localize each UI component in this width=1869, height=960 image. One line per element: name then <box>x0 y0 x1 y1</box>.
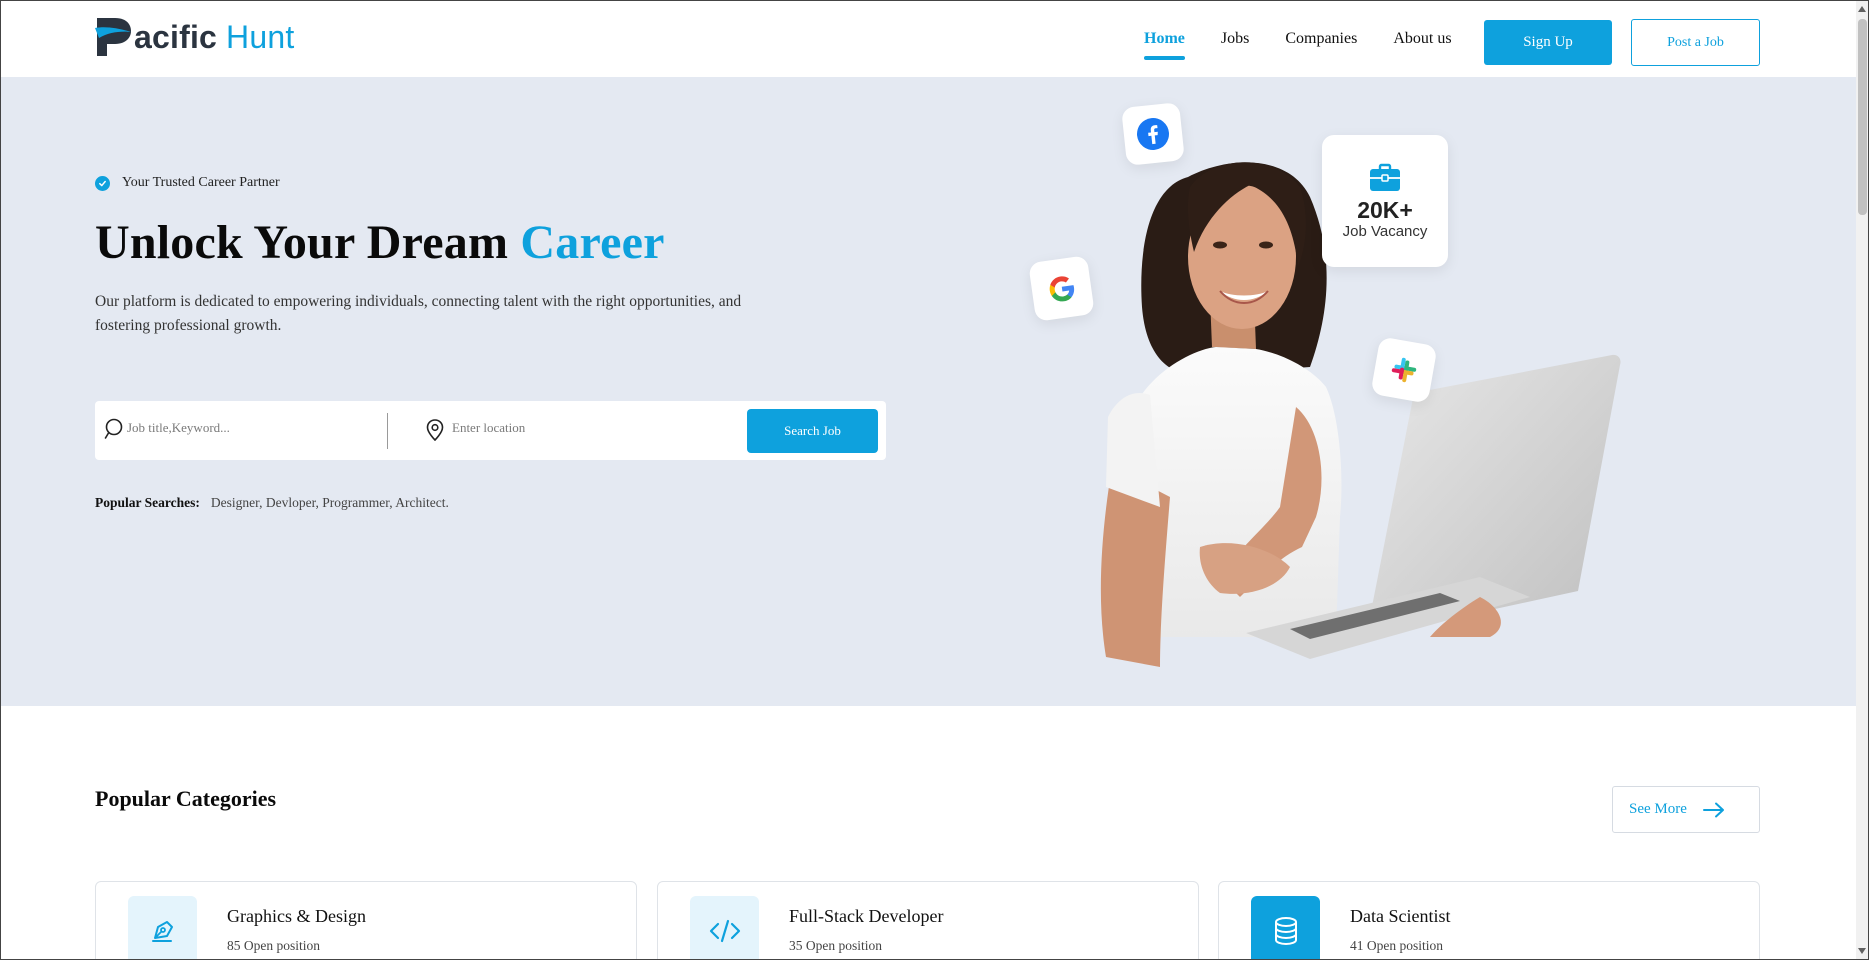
search-icon <box>104 418 123 439</box>
site-header: acific Hunt Home Jobs Companies About us … <box>0 0 1856 77</box>
job-vacancy-count: 20K+ <box>1357 196 1413 223</box>
facebook-icon <box>1137 118 1169 150</box>
main-nav: Home Jobs Companies About us <box>1144 30 1488 60</box>
database-icon <box>1251 896 1320 960</box>
category-name: Graphics & Design <box>227 906 366 926</box>
nav-home[interactable]: Home <box>1144 30 1185 60</box>
see-more-label: See More <box>1629 801 1687 817</box>
hero-headline: Unlock Your Dream Career <box>95 215 665 270</box>
scroll-up-arrow-icon[interactable] <box>1858 6 1866 12</box>
trusted-badge: Your Trusted Career Partner <box>95 175 280 191</box>
logo[interactable]: acific Hunt <box>95 16 294 58</box>
google-badge <box>1028 255 1095 322</box>
code-icon <box>690 896 759 960</box>
hero-headline-accent: Career <box>520 216 665 269</box>
logo-word-2: Hunt <box>226 19 295 55</box>
keyword-input[interactable]: Job title,Keyword... <box>127 420 230 436</box>
slack-badge <box>1370 336 1438 404</box>
arrow-right-icon <box>1702 802 1724 817</box>
category-open-positions: 41 Open position <box>1350 938 1443 953</box>
category-name: Full-Stack Developer <box>789 906 944 926</box>
trusted-badge-text: Your Trusted Career Partner <box>122 175 280 190</box>
popular-searches: Popular Searches: Designer, Devloper, Pr… <box>95 495 449 511</box>
pen-tool-icon <box>128 896 197 960</box>
logo-text: acific Hunt <box>134 21 294 53</box>
job-vacancy-card: 20K+ Job Vacancy <box>1322 135 1448 267</box>
category-name: Data Scientist <box>1350 906 1451 926</box>
search-divider <box>387 413 388 449</box>
category-open-positions: 35 Open position <box>789 938 882 953</box>
job-search-bar: Job title,Keyword... Enter location Sear… <box>95 401 886 460</box>
briefcase-icon <box>1370 163 1400 191</box>
scroll-down-arrow-icon[interactable] <box>1858 948 1866 954</box>
facebook-badge <box>1121 102 1185 166</box>
check-circle-icon <box>95 175 110 191</box>
hero-illustration: 20K+ Job Vacancy <box>1010 77 1650 706</box>
hero-description: Our platform is dedicated to empowering … <box>95 293 742 334</box>
location-input[interactable]: Enter location <box>452 420 525 436</box>
category-card-data-scientist[interactable]: Data Scientist 41 Open position <box>1218 881 1760 960</box>
job-vacancy-label: Job Vacancy <box>1342 222 1428 240</box>
category-card-full-stack-developer[interactable]: Full-Stack Developer 35 Open position <box>657 881 1199 960</box>
hero-section: Your Trusted Career Partner Unlock Your … <box>0 77 1856 706</box>
slack-icon <box>1391 357 1417 383</box>
see-more-button[interactable]: See More <box>1612 786 1760 833</box>
nav-about-us[interactable]: About us <box>1393 30 1451 48</box>
popular-categories-title: Popular Categories <box>95 786 277 811</box>
sign-up-button[interactable]: Sign Up <box>1484 20 1612 65</box>
category-card-graphics-design[interactable]: Graphics & Design 85 Open position <box>95 881 637 960</box>
location-pin-icon <box>426 419 444 441</box>
page-scrollbar[interactable] <box>1856 0 1869 960</box>
google-icon <box>1049 275 1074 302</box>
popular-searches-terms[interactable]: Designer, Devloper, Programmer, Architec… <box>211 495 449 511</box>
popular-searches-label: Popular Searches: <box>95 495 200 510</box>
nav-companies[interactable]: Companies <box>1285 30 1357 48</box>
logo-mark-icon <box>95 18 131 56</box>
category-open-positions: 85 Open position <box>227 938 320 953</box>
search-job-button[interactable]: Search Job <box>747 409 878 453</box>
post-job-button[interactable]: Post a Job <box>1631 19 1760 66</box>
logo-word-1: acific <box>134 19 218 55</box>
scrollbar-thumb[interactable] <box>1858 19 1867 215</box>
hero-headline-main: Unlock Your Dream <box>95 216 509 269</box>
nav-jobs[interactable]: Jobs <box>1221 30 1249 48</box>
